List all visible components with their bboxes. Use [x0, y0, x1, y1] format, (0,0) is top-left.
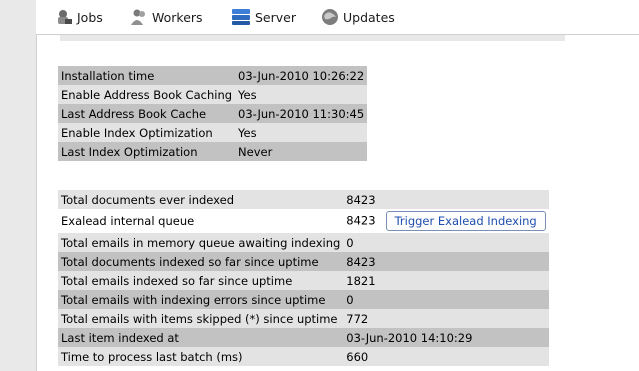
stat-label: Time to process last batch (ms) [58, 347, 344, 366]
trigger-exalead-indexing-button[interactable]: Trigger Exalead Indexing [385, 211, 546, 231]
setting-value: Never [235, 142, 368, 161]
updates-icon [322, 9, 338, 25]
table-row: Enable Address Book Caching Yes [58, 85, 368, 104]
stat-label: Total emails indexed so far since uptime [58, 271, 344, 290]
stat-value-cell: 8423 Trigger Exalead Indexing [343, 209, 549, 233]
table-row: Last Address Book Cache 03-Jun-2010 11:3… [58, 104, 368, 123]
stat-label: Total emails in memory queue awaiting in… [58, 233, 344, 252]
workers-icon [131, 9, 145, 25]
table-row: Installation time 03-Jun-2010 10:26:22 [58, 66, 368, 85]
stat-label: Total documents indexed so far since upt… [58, 252, 344, 271]
setting-value: Yes [235, 123, 368, 142]
setting-label: Installation time [58, 66, 236, 85]
nav-server[interactable]: Server [231, 0, 296, 34]
setting-value: 03-Jun-2010 10:26:22 [235, 66, 368, 85]
stat-label: Exalead internal queue [58, 209, 344, 233]
stat-value: 03-Jun-2010 14:10:29 [343, 328, 549, 347]
nav-workers[interactable]: Workers [130, 0, 203, 34]
table-row: Time to process last batch (ms) 660 [58, 347, 549, 366]
table-row: Last item indexed at 03-Jun-2010 14:10:2… [58, 328, 549, 347]
stat-label: Last item indexed at [58, 328, 344, 347]
stat-value: 8423 [343, 190, 549, 209]
nav-updates[interactable]: Updates [321, 0, 395, 34]
stat-label: Total emails with items skipped (*) sinc… [58, 309, 344, 328]
nav-updates-label: Updates [343, 9, 395, 25]
nav-jobs-label: Jobs [77, 9, 103, 25]
setting-label: Last Address Book Cache [58, 104, 236, 123]
setting-label: Enable Address Book Caching [58, 85, 236, 104]
stat-value: 0 [343, 233, 549, 252]
nav-jobs[interactable]: Jobs [55, 0, 103, 34]
stat-value: 1821 [343, 271, 549, 290]
setting-value: Yes [235, 85, 368, 104]
nav-server-label: Server [255, 9, 296, 25]
stat-label: Total emails with indexing errors since … [58, 290, 344, 309]
table-row: Last Index Optimization Never [58, 142, 368, 161]
indexing-stats-table: Total documents ever indexed 8423 Exalea… [58, 190, 549, 366]
stat-label: Total documents ever indexed [58, 190, 344, 209]
table-row: Enable Index Optimization Yes [58, 123, 368, 142]
setting-value: 03-Jun-2010 11:30:45 [235, 104, 368, 123]
table-row: Total emails with items skipped (*) sinc… [58, 309, 549, 328]
stat-value: 8423 [346, 213, 376, 228]
table-row: Total emails in memory queue awaiting in… [58, 233, 549, 252]
setting-label: Last Index Optimization [58, 142, 236, 161]
stat-value: 0 [343, 290, 549, 309]
stat-value: 660 [343, 347, 549, 366]
table-row: Total documents ever indexed 8423 [58, 190, 549, 209]
table-row: Total emails with indexing errors since … [58, 290, 549, 309]
top-navigation-bar: Jobs Workers Server Updates [36, 0, 639, 35]
server-icon [232, 9, 250, 25]
server-settings-table: Installation time 03-Jun-2010 10:26:22 E… [58, 66, 368, 161]
table-row: Total emails indexed so far since uptime… [58, 271, 549, 290]
window-frame [0, 0, 36, 371]
table-row: Total documents indexed so far since upt… [58, 252, 549, 271]
table-row: Exalead internal queue 8423 Trigger Exale… [58, 209, 549, 233]
setting-label: Enable Index Optimization [58, 123, 236, 142]
stat-value: 772 [343, 309, 549, 328]
nav-workers-label: Workers [152, 9, 203, 25]
stat-value: 8423 [343, 252, 549, 271]
jobs-icon [58, 10, 72, 24]
